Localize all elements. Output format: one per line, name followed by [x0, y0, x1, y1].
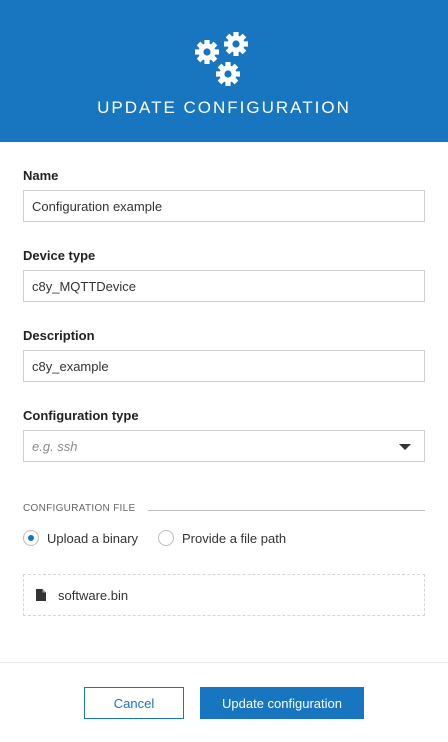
dialog-header: UPDATE CONFIGURATION — [0, 0, 448, 142]
device-type-input[interactable] — [23, 270, 425, 302]
upload-binary-label: Upload a binary — [47, 530, 139, 546]
provide-file-path-label: Provide a file path — [182, 530, 287, 546]
name-label: Name — [23, 168, 59, 183]
upload-binary-radio[interactable]: Upload a binary — [23, 529, 138, 547]
radio-unchecked-icon — [158, 530, 174, 546]
configuration-type-select[interactable]: e.g. ssh — [23, 430, 425, 462]
file-name: software.bin — [58, 588, 129, 603]
update-configuration-button[interactable]: Update configuration — [200, 687, 364, 719]
file-dropzone[interactable]: software.bin — [23, 574, 425, 616]
configuration-file-section-title: CONFIGURATION FILE — [23, 503, 136, 514]
cancel-button[interactable]: Cancel — [84, 687, 184, 719]
gears-icon — [190, 28, 253, 90]
dialog-title: UPDATE CONFIGURATION — [97, 98, 351, 117]
provide-file-path-radio[interactable]: Provide a file path — [158, 529, 286, 547]
section-divider — [148, 510, 425, 511]
description-input[interactable] — [23, 350, 425, 382]
radio-checked-icon — [23, 530, 39, 546]
name-input[interactable] — [23, 190, 425, 222]
file-icon — [36, 589, 46, 601]
device-type-label: Device type — [23, 248, 96, 263]
configuration-type-placeholder: e.g. ssh — [32, 439, 78, 454]
chevron-down-icon — [399, 444, 411, 450]
description-label: Description — [23, 328, 95, 343]
configuration-type-label: Configuration type — [23, 408, 139, 423]
footer-divider — [0, 662, 448, 663]
